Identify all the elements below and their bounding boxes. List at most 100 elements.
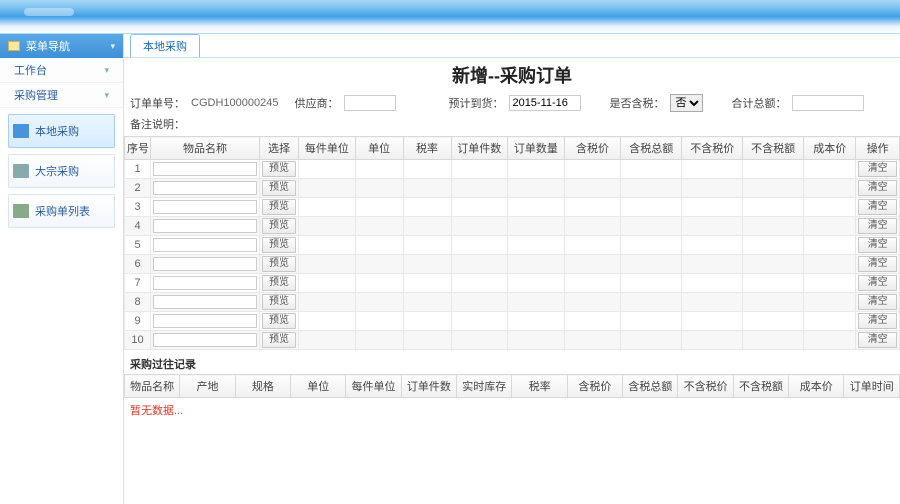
grid-cell [682, 293, 743, 312]
grid-header: 不含税额 [743, 137, 804, 160]
item-name-input[interactable] [153, 219, 257, 233]
grid-cell [804, 312, 856, 331]
scan-button[interactable]: 预览 [262, 256, 296, 272]
sidebar: 菜单导航 ▾ 工作台 ▾ 采购管理 ▾ 本地采购 大宗采购 采购单列表 [0, 34, 124, 504]
grid-cell [508, 198, 565, 217]
grid-cell [451, 236, 508, 255]
item-name-input[interactable] [153, 295, 257, 309]
clear-button[interactable]: 清空 [858, 199, 897, 215]
grid-cell [621, 236, 682, 255]
grid-cell [299, 179, 356, 198]
grid-cell [682, 236, 743, 255]
history-header: 含税总额 [623, 375, 678, 398]
order-no-value: CGDH100000245 [191, 97, 278, 109]
grid-cell [804, 274, 856, 293]
grid-cell [403, 274, 451, 293]
scan-button[interactable]: 预览 [262, 294, 296, 310]
item-name-input[interactable] [153, 276, 257, 290]
grid-cell [451, 217, 508, 236]
scan-button[interactable]: 预览 [262, 218, 296, 234]
scan-button[interactable]: 预览 [262, 237, 296, 253]
grid-cell [682, 312, 743, 331]
clear-button[interactable]: 清空 [858, 332, 897, 348]
sidebar-worktable[interactable]: 工作台 ▾ [0, 58, 123, 83]
item-name-input[interactable] [153, 257, 257, 271]
supplier-input[interactable] [344, 95, 396, 111]
item-name-input[interactable] [153, 181, 257, 195]
sidebar-nav-header[interactable]: 菜单导航 ▾ [0, 34, 123, 58]
row-seq: 7 [125, 274, 151, 293]
chevron-down-icon: ▾ [104, 65, 109, 76]
item-name-input[interactable] [153, 200, 257, 214]
tab-local-purchase[interactable]: 本地采购 [130, 34, 200, 57]
tax-incl-select[interactable]: 否 [670, 94, 703, 112]
grid-cell [804, 255, 856, 274]
sidebar-purchase-mgmt[interactable]: 采购管理 ▾ [0, 83, 123, 108]
expected-label: 预计到货： [448, 95, 503, 111]
clear-button[interactable]: 清空 [858, 294, 897, 310]
clear-button[interactable]: 清空 [858, 180, 897, 196]
content-area: 新增--采购订单 订单单号： CGDH100000245 供应商： 预计到货： … [124, 58, 900, 504]
grid-cell [403, 293, 451, 312]
grid-cell [508, 160, 565, 179]
history-header: 物品名称 [125, 375, 180, 398]
grid-cell [804, 179, 856, 198]
scan-button[interactable]: 预览 [262, 313, 296, 329]
total-input[interactable] [792, 95, 864, 111]
history-header: 含税价 [567, 375, 622, 398]
grid-cell [451, 274, 508, 293]
row-seq: 1 [125, 160, 151, 179]
tabbar: 本地采购 [124, 34, 900, 58]
sidebar-item-local-purchase[interactable]: 本地采购 [8, 114, 115, 148]
clear-button[interactable]: 清空 [858, 313, 897, 329]
clear-button[interactable]: 清空 [858, 275, 897, 291]
grid-cell [564, 179, 621, 198]
grid-cell [355, 179, 403, 198]
clear-button[interactable]: 清空 [858, 237, 897, 253]
cart-icon [13, 164, 29, 178]
grid-cell [621, 312, 682, 331]
scan-button[interactable]: 预览 [262, 180, 296, 196]
grid-cell [621, 331, 682, 350]
clear-button[interactable]: 清空 [858, 256, 897, 272]
row-seq: 2 [125, 179, 151, 198]
grid-cell [403, 312, 451, 331]
scan-button[interactable]: 预览 [262, 275, 296, 291]
history-grid: 物品名称产地规格单位每件单位订单件数实时库存税率含税价含税总额不含税价不含税额成… [124, 374, 900, 398]
grid-cell [508, 331, 565, 350]
grid-cell [355, 236, 403, 255]
grid-cell [299, 331, 356, 350]
grid-cell [682, 274, 743, 293]
grid-cell [743, 312, 804, 331]
scan-button[interactable]: 预览 [262, 332, 296, 348]
grid-cell [804, 331, 856, 350]
grid-cell [355, 331, 403, 350]
grid-header: 每件单位 [299, 137, 356, 160]
scan-button[interactable]: 预览 [262, 161, 296, 177]
grid-cell [299, 198, 356, 217]
scan-button[interactable]: 预览 [262, 199, 296, 215]
table-row: 6预览清空 [125, 255, 900, 274]
grid-cell [355, 274, 403, 293]
grid-cell [299, 160, 356, 179]
item-name-input[interactable] [153, 333, 257, 347]
grid-cell [403, 217, 451, 236]
sidebar-item-bulk-purchase[interactable]: 大宗采购 [8, 154, 115, 188]
grid-cell [621, 274, 682, 293]
grid-cell [451, 293, 508, 312]
table-row: 7 预览 清空 [125, 274, 900, 293]
grid-cell [804, 160, 856, 179]
clear-button[interactable]: 清空 [858, 161, 897, 177]
sidebar-item-purchase-list[interactable]: 采购单列表 [8, 194, 115, 228]
row-seq: 10 [125, 331, 151, 350]
grid-cell [743, 236, 804, 255]
item-name-input[interactable] [153, 238, 257, 252]
expected-date-input[interactable] [509, 95, 581, 111]
grid-cell [508, 255, 565, 274]
grid-cell [682, 179, 743, 198]
item-name-input[interactable] [153, 162, 257, 176]
item-name-input[interactable] [153, 314, 257, 328]
clear-button[interactable]: 清空 [858, 218, 897, 234]
grid-header: 序号 [125, 137, 151, 160]
grid-cell [682, 160, 743, 179]
